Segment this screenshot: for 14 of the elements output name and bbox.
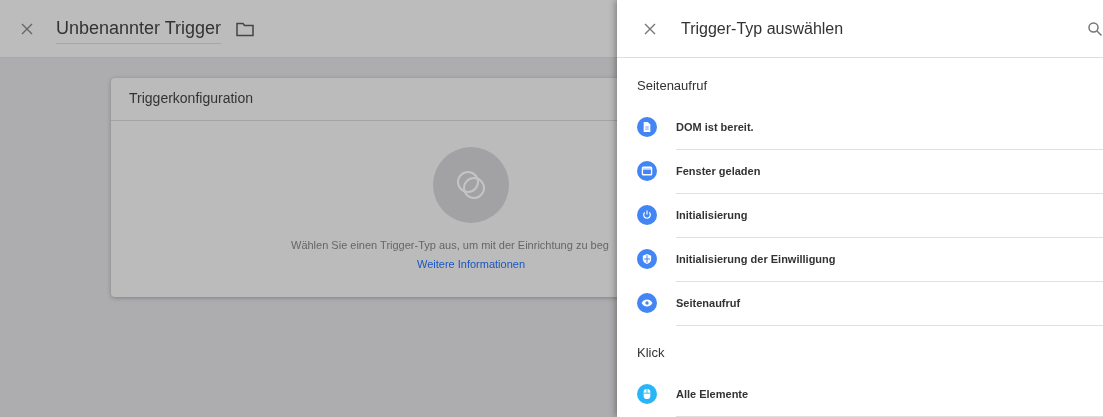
trigger-type-item[interactable]: DOM ist bereit.: [676, 104, 1103, 150]
trigger-type-item[interactable]: Seitenaufruf: [676, 280, 1103, 326]
trigger-name-field[interactable]: Unbenannter Trigger: [56, 13, 222, 44]
more-info-link[interactable]: Weitere Informationen: [417, 258, 525, 270]
trigger-type-item[interactable]: Initialisierung der Einwilligung: [676, 236, 1103, 282]
search-icon[interactable]: [1087, 20, 1103, 37]
hint-text: Wählen Sie einen Trigger-Typ aus, um mit der Einrichtung zu beg: [291, 239, 609, 251]
trigger-type-item[interactable]: Alle Elemente: [676, 371, 1103, 417]
folder-icon[interactable]: [235, 20, 256, 37]
section-heading: Seitenaufruf: [636, 77, 709, 95]
trigger-type-item[interactable]: Initialisierung: [676, 192, 1103, 238]
section-heading: Klick: [636, 344, 666, 362]
panel-title: Trigger-Typ auswählen: [681, 19, 845, 38]
trigger-type-item[interactable]: Fenster geladen: [676, 148, 1103, 194]
